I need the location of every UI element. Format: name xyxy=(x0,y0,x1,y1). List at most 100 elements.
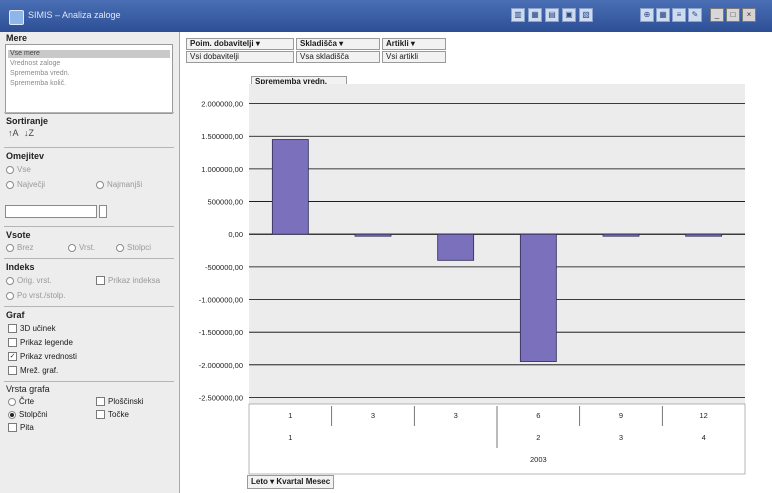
list-item[interactable]: Vrednost zaloge xyxy=(10,60,60,67)
radio-icon xyxy=(6,276,14,285)
divider xyxy=(4,258,174,259)
close-button[interactable]: × xyxy=(742,8,756,22)
checkbox-icon xyxy=(8,366,17,376)
maximize-button[interactable]: □ xyxy=(726,8,740,22)
y-tick-label: 1.000000,00 xyxy=(201,165,243,174)
limit-bottom-radio[interactable]: Najmanjši xyxy=(96,180,142,189)
bar xyxy=(602,233,640,237)
sum-col-radio[interactable]: Stolpci xyxy=(116,243,151,252)
index-orig-label: Orig. vrst. xyxy=(17,276,52,285)
article-filter-value[interactable]: Vsi artikli xyxy=(382,51,446,63)
quarter-field[interactable]: Kvartal xyxy=(276,477,303,486)
list-item[interactable]: Vse mere xyxy=(10,50,40,57)
bar xyxy=(354,233,392,237)
type-point-checkbox[interactable]: Točke xyxy=(96,410,129,420)
sort-asc-icon[interactable]: ↑A xyxy=(8,128,19,139)
index-title: Indeks xyxy=(6,262,35,272)
index-rowcol-label: Po vrst./stolp. xyxy=(17,291,66,300)
y-tick-label: -1.000000,00 xyxy=(199,296,243,305)
type-line-radio[interactable]: Črte xyxy=(8,397,34,406)
sum-title: Vsote xyxy=(6,230,31,240)
divider xyxy=(4,226,174,227)
bar xyxy=(437,233,475,261)
radio-icon xyxy=(6,165,14,174)
x-tick-label: 9 xyxy=(619,411,623,420)
type-area-checkbox[interactable]: Ploščinski xyxy=(96,397,144,407)
graph-values-label: Prikaz vrednosti xyxy=(20,352,77,361)
checkbox-icon xyxy=(8,423,17,433)
x-axis-table: 1 3 3 6 9 121 2 3 42003 xyxy=(248,403,746,475)
graph-grid-checkbox[interactable]: Mrež. graf. xyxy=(8,366,58,376)
app-icon xyxy=(9,10,24,25)
export-icon[interactable]: ▣ xyxy=(562,8,576,22)
quarter-label: 3 xyxy=(619,433,623,442)
warehouse-filter-value[interactable]: Vsa skladišča xyxy=(296,51,380,63)
radio-icon xyxy=(6,291,14,300)
month-field[interactable]: Mesec xyxy=(306,477,330,486)
y-tick-label: 500000,00 xyxy=(208,198,243,207)
y-tick-label: 0,00 xyxy=(228,230,243,239)
limit-top-label: Največji xyxy=(17,180,46,189)
divider xyxy=(4,381,174,382)
chevron-down-icon: ▾ xyxy=(339,39,344,48)
limit-all-radio[interactable]: Vse xyxy=(6,165,31,174)
list-item[interactable]: Sprememba vredn. xyxy=(10,70,70,77)
bar-chart: 2.000000,00 1.500000,00 1.000000,00 500000,… xyxy=(199,84,746,475)
x-tick-label: 3 xyxy=(454,411,458,420)
type-pie-label: Pita xyxy=(20,423,34,432)
chevron-down-icon: ▾ xyxy=(255,39,260,48)
warehouse-filter-dropdown[interactable]: Skladišča ▾ xyxy=(296,38,380,50)
graph-legend-checkbox[interactable]: Prikaz legende xyxy=(8,338,73,348)
chevron-down-icon: ▾ xyxy=(410,39,415,48)
limit-value-input[interactable] xyxy=(5,205,97,218)
type-area-label: Ploščinski xyxy=(108,397,144,406)
sum-row-radio[interactable]: Vrst. xyxy=(68,243,95,252)
measures-title: Mere xyxy=(6,33,28,43)
divider xyxy=(4,306,174,307)
index-orig-radio[interactable]: Orig. vrst. xyxy=(6,276,52,285)
chevron-down-icon: ▾ xyxy=(270,477,275,486)
limit-title: Omejitev xyxy=(6,151,45,161)
divider xyxy=(4,147,174,148)
tool-icon[interactable]: ✎ xyxy=(688,8,702,22)
x-tick-label: 1 xyxy=(288,411,292,420)
radio-icon xyxy=(116,243,124,252)
plot-area xyxy=(249,84,745,404)
row-fields-bar[interactable]: Leto ▾ Kvartal Mesec xyxy=(247,475,335,489)
graph-values-checkbox[interactable]: ✓ Prikaz vrednosti xyxy=(8,352,77,362)
warehouse-filter-label: Skladišča xyxy=(300,39,337,48)
radio-icon xyxy=(96,180,104,189)
type-bar-radio[interactable]: Stolpčni xyxy=(8,410,47,419)
filter-icon[interactable]: ▧ xyxy=(579,8,593,22)
type-line-label: Črte xyxy=(19,397,35,406)
radio-icon xyxy=(6,180,14,189)
zoom-icon[interactable]: ⊕ xyxy=(640,8,654,22)
sum-none-radio[interactable]: Brez xyxy=(6,243,33,252)
sort-desc-icon[interactable]: ↓Z xyxy=(24,128,34,139)
year-field[interactable]: Leto xyxy=(251,477,268,486)
supplier-filter-dropdown[interactable]: Poim. dobavitelji ▾ xyxy=(186,38,294,50)
chart-icon[interactable]: ▥ xyxy=(511,8,525,22)
limit-spinner[interactable] xyxy=(99,205,107,218)
radio-icon xyxy=(68,243,76,252)
supplier-filter-value[interactable]: Vsi dobavitelji xyxy=(186,51,294,63)
measures-list[interactable]: Vse mere Vrednost zaloge Sprememba vredn… xyxy=(5,44,173,114)
index-rowcol-radio[interactable]: Po vrst./stolp. xyxy=(6,291,65,300)
type-point-label: Točke xyxy=(108,410,129,419)
window-title: SIMIS – Analiza zaloge xyxy=(28,10,121,20)
year-label: 2003 xyxy=(530,455,547,464)
limit-top-radio[interactable]: Največji xyxy=(6,180,45,189)
x-tick-label: 6 xyxy=(536,411,540,420)
legend-icon[interactable]: ≡ xyxy=(672,8,686,22)
type-pie-checkbox[interactable]: Pita xyxy=(8,423,34,433)
article-filter-dropdown[interactable]: Artikli ▾ xyxy=(382,38,446,50)
graph-3d-checkbox[interactable]: 3D učinek xyxy=(8,324,56,334)
table-icon[interactable]: ▦ xyxy=(528,8,542,22)
minimize-button[interactable]: _ xyxy=(710,8,724,22)
checkbox-icon xyxy=(96,397,105,407)
print-icon[interactable]: ▤ xyxy=(545,8,559,22)
index-show-checkbox[interactable]: Prikaz indeksa xyxy=(96,276,160,286)
checkbox-icon xyxy=(96,276,105,286)
grid-icon[interactable]: ▦ xyxy=(656,8,670,22)
list-item[interactable]: Sprememba količ. xyxy=(10,80,66,87)
